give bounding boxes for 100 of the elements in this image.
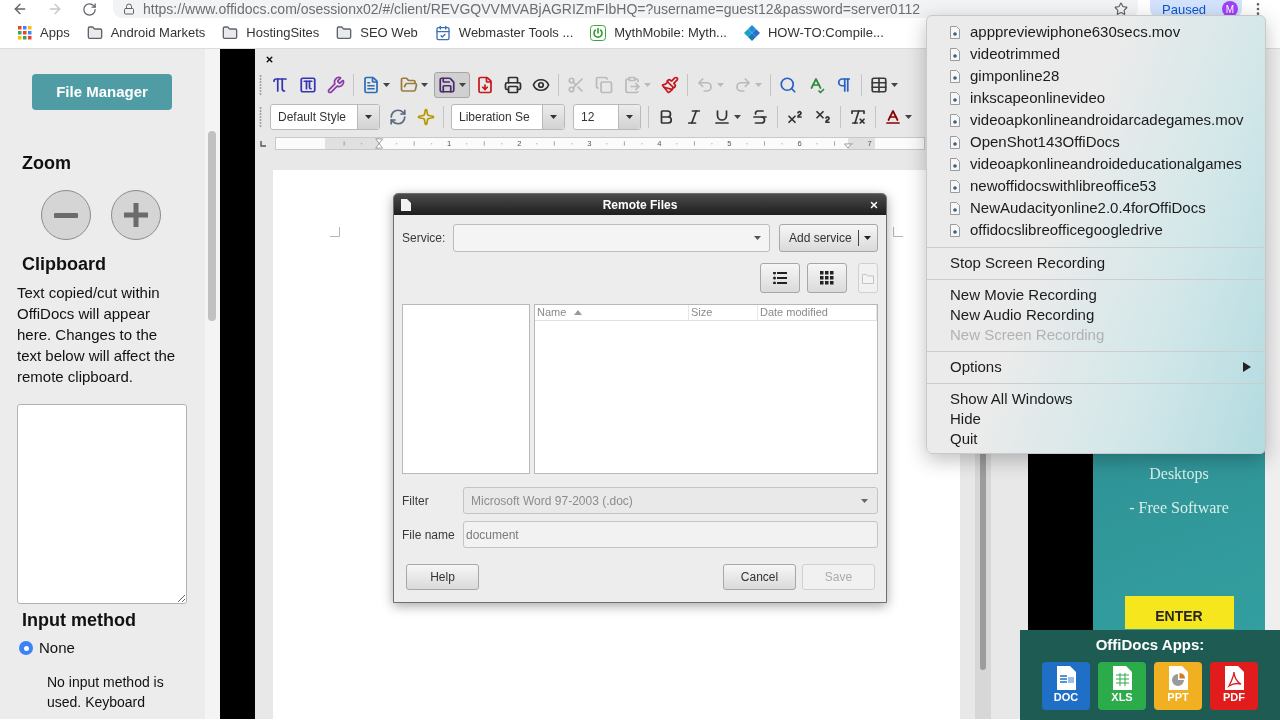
menu-item[interactable]: Stop Screen Recording — [927, 253, 1265, 273]
help-button[interactable]: Help — [406, 564, 479, 590]
submenu-arrow-icon — [1243, 362, 1251, 372]
back-icon[interactable] — [12, 1, 28, 17]
file-icon — [950, 179, 960, 193]
subscript-icon — [814, 108, 832, 126]
bookmark-item[interactable]: HostingSites — [216, 21, 326, 45]
bookmark-item[interactable]: MythMobile: Myth... — [584, 21, 733, 45]
bookmark-item[interactable]: Webmaster Tools ... — [428, 21, 580, 45]
cut-icon — [567, 76, 585, 94]
paintbrush-icon — [661, 76, 679, 94]
bookmark-item[interactable]: Apps — [12, 21, 76, 45]
caret-icon — [864, 236, 871, 240]
caret-icon — [459, 83, 466, 87]
reload-icon[interactable] — [82, 1, 97, 17]
dropdown-button[interactable] — [542, 105, 564, 129]
bookmark-item[interactable]: SEO Web — [330, 21, 424, 45]
bookmark-star-icon[interactable] — [1114, 2, 1128, 16]
file-name-label: File name — [402, 526, 455, 544]
dialog-title: Remote Files — [601, 197, 679, 212]
folder-icon — [862, 272, 874, 284]
wrench-icon — [327, 76, 345, 94]
text-boundary-icon — [893, 227, 903, 237]
file-icon — [950, 113, 960, 127]
font-name-combo[interactable]: Liberation Se — [451, 104, 565, 130]
file-icon — [950, 201, 960, 215]
list-icon — [773, 272, 787, 284]
caret-icon — [717, 83, 724, 87]
menu-item[interactable]: Hide — [927, 409, 1265, 429]
recent-file-item[interactable]: offidocslibreofficegoogledrive — [927, 219, 1265, 241]
zoom-in-button[interactable] — [111, 190, 161, 240]
save-button[interactable] — [434, 72, 470, 98]
address-bar[interactable]: https://www.offidocs.com/osessionx02/#/client/REVGQVVMVABjAGRIZmFIbHQ=?username=guest12&password=server0112 — [113, 0, 1138, 18]
recent-file-item[interactable]: videotrimmed — [927, 43, 1265, 65]
menu-item[interactable]: New Audio Recording — [927, 305, 1265, 325]
refresh-icon — [389, 108, 407, 126]
menu-item[interactable]: Show All Windows — [927, 389, 1265, 409]
bookmark-item[interactable]: Android Markets — [80, 21, 212, 45]
url-text: https://www.offidocs.com/osessionx02/#/client/REVGQVVMVABjAGRIZmFIbHQ=?username=guest12&password=server0112 — [143, 1, 920, 17]
column-header[interactable]: Name — [535, 305, 689, 320]
font-size-combo[interactable]: 12 — [573, 104, 641, 130]
diamond-tiles-icon — [743, 25, 760, 41]
tab-stop-icon — [260, 141, 266, 147]
recent-file-item[interactable]: inkscapeonlinevideo — [927, 87, 1265, 109]
bookmark-item[interactable]: HOW-TO:Compile... — [737, 21, 890, 45]
underline-icon — [713, 108, 731, 126]
recent-file-item[interactable]: gimponline28 — [927, 65, 1265, 87]
clipboard-textarea[interactable] — [17, 404, 187, 604]
recent-file-item[interactable]: videoapkonlineandroideducationalgames — [927, 153, 1265, 175]
close-icon[interactable] — [869, 199, 879, 210]
square-pi-icon — [299, 76, 317, 94]
ruler-number: 5 — [727, 139, 732, 149]
caret-icon — [861, 498, 868, 503]
dropdown-button[interactable] — [618, 105, 640, 129]
caret-icon — [734, 115, 741, 119]
enter-button[interactable]: ENTER — [1124, 596, 1234, 629]
ad-text: Desktops — [1149, 464, 1209, 484]
radio-option[interactable]: None — [19, 637, 75, 659]
caret-icon — [644, 83, 651, 87]
menu-item[interactable]: New Movie Recording — [927, 285, 1265, 305]
dropdown-button[interactable] — [357, 105, 379, 129]
ruler-margin — [847, 138, 875, 149]
recent-file-item[interactable]: NewAudacityonline2.0.4forOffiDocs — [927, 197, 1265, 219]
recent-file-item[interactable]: newoffidocswithlibreoffice53 — [927, 175, 1265, 197]
search-icon — [779, 76, 797, 94]
menu-item[interactable]: Options — [927, 357, 1265, 377]
apps-title: OffiDocs Apps: — [1095, 635, 1205, 655]
caret-icon — [905, 115, 912, 119]
ruler-number: 1 — [447, 139, 452, 149]
zoom-out-button[interactable] — [41, 190, 91, 240]
recent-file-item[interactable]: apppreviewiphone630secs.mov — [927, 21, 1265, 43]
column-header[interactable]: Date modified — [758, 305, 877, 320]
recent-file-item[interactable]: OpenShot143OffiDocs — [927, 131, 1265, 153]
list-view-button[interactable] — [760, 263, 800, 293]
file-export-icon — [476, 76, 494, 94]
app-tile[interactable]: PDF — [1210, 662, 1258, 710]
ruler-number: 7 — [867, 139, 872, 149]
menu-item[interactable]: Quit — [927, 429, 1265, 449]
caret-icon — [754, 236, 761, 240]
clipboard-description: Text copied/cut within OffiDocs will appear here. Changes to the text below will affect the remote clipboard. — [17, 283, 177, 387]
input-method-heading: Input method — [22, 609, 136, 632]
grid-icon — [820, 271, 834, 285]
app-tile[interactable]: DOC — [1042, 662, 1090, 710]
pi-icon — [271, 76, 289, 94]
ruler-number: 4 — [657, 139, 662, 149]
minus-icon — [54, 212, 78, 218]
file-name-input[interactable]: document — [463, 521, 878, 548]
add-service-button[interactable]: Add service — [779, 224, 878, 252]
superscript-icon — [786, 108, 804, 126]
recent-file-item[interactable]: videoapkonlineandroidarcadegames.mov — [927, 109, 1265, 131]
file-icon — [401, 198, 411, 211]
column-header[interactable]: Size — [689, 305, 758, 320]
sparkle-icon — [417, 108, 435, 126]
grid-view-button[interactable] — [807, 263, 847, 293]
file-icon — [950, 135, 960, 149]
clear-formatting-icon — [849, 108, 867, 126]
close-icon[interactable] — [265, 54, 274, 64]
cancel-button[interactable]: Cancel — [723, 564, 796, 590]
paragraph-style-combo[interactable]: Default Style — [270, 104, 380, 130]
redo-icon — [734, 76, 752, 94]
